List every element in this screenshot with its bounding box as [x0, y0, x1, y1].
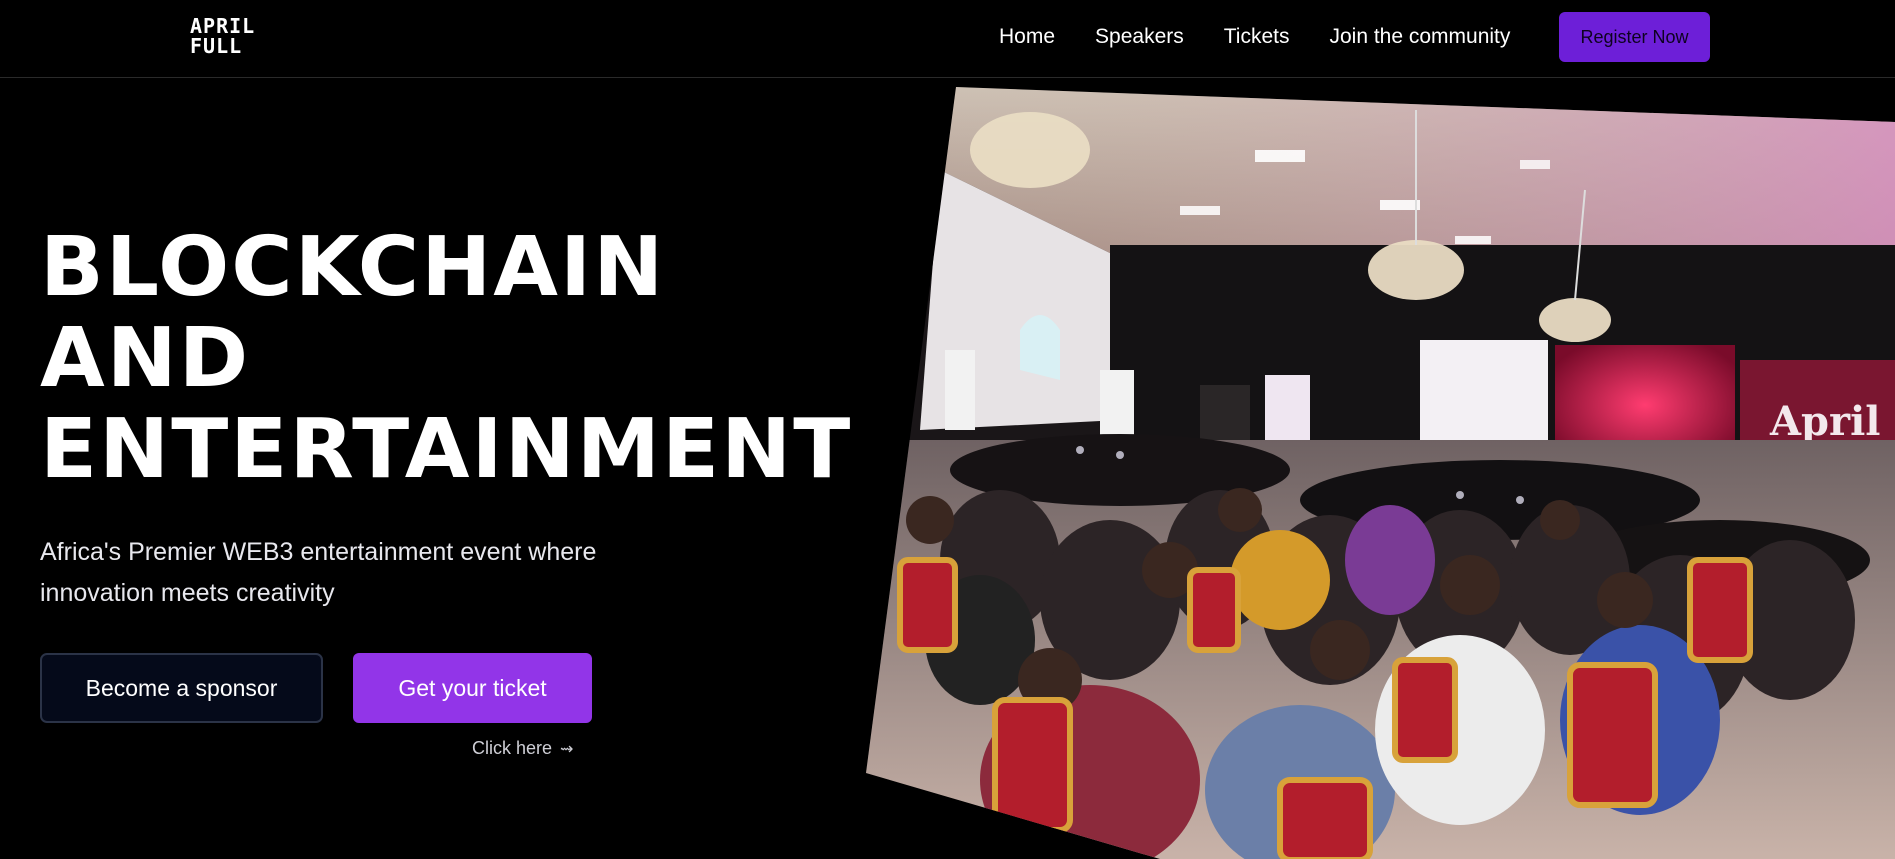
nav-speakers[interactable]: Speakers	[1095, 25, 1184, 49]
register-now-button[interactable]: Register Now	[1559, 12, 1710, 62]
hero-title-line-3: ENTERTAINMENT	[40, 402, 853, 497]
become-sponsor-button[interactable]: Become a sponsor	[40, 653, 323, 723]
hero-subtitle: Africa's Premier WEB3 entertainment even…	[40, 538, 597, 607]
banner-april-text: April	[1769, 398, 1880, 445]
nav-home[interactable]: Home	[999, 25, 1055, 49]
nav-tickets[interactable]: Tickets	[1224, 25, 1290, 49]
click-here-link[interactable]: Click here ⇝	[472, 738, 573, 759]
click-here-label: Click here	[472, 738, 553, 758]
banner-entertainment-text: Entertainment	[1769, 475, 1859, 489]
april-full-logo[interactable]: APRIL FULL	[190, 16, 284, 58]
hero-title: BLOCKCHAIN AND ENTERTAINMENT	[40, 222, 852, 495]
banner-web-text: Web 2&3	[1765, 448, 1887, 476]
arrow-right-icon: ⇝	[560, 740, 574, 758]
site-header: APRIL FULL Home Speakers Tickets Join th…	[0, 0, 1895, 78]
hero-title-line-1: BLOCKCHAIN	[40, 220, 666, 315]
main-nav: Home Speakers Tickets Join the community	[999, 22, 1510, 52]
logo-line-2: FULL	[190, 34, 243, 58]
logo-line-1: APRIL	[190, 14, 256, 38]
nav-join-community[interactable]: Join the community	[1329, 25, 1510, 49]
hero-title-line-2: AND	[40, 311, 251, 406]
get-ticket-button[interactable]: Get your ticket	[353, 653, 592, 723]
